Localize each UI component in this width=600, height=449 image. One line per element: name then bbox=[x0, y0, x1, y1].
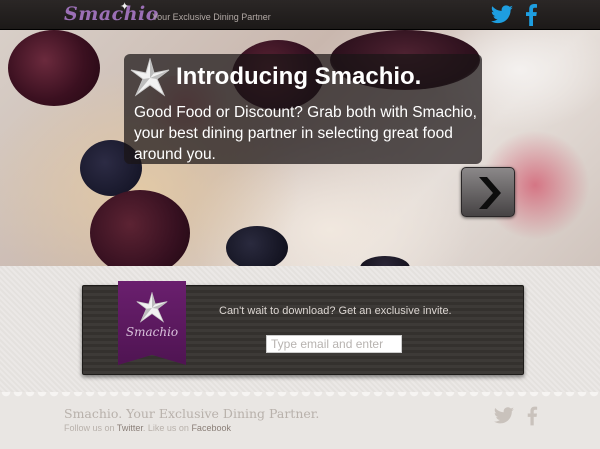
next-slide-button[interactable] bbox=[461, 167, 515, 217]
facebook-icon[interactable] bbox=[526, 405, 538, 427]
facebook-icon[interactable] bbox=[524, 4, 538, 26]
site-header: Smachio ✦ Your Exclusive Dining Partner bbox=[0, 0, 600, 30]
star-logo-icon bbox=[136, 292, 168, 323]
hero-photo-detail bbox=[8, 30, 100, 106]
email-input[interactable] bbox=[266, 335, 402, 353]
footer-facebook-link[interactable]: Facebook bbox=[191, 423, 231, 433]
logo-star-icon: ✦ bbox=[120, 1, 130, 13]
chevron-right-icon bbox=[479, 177, 501, 209]
star-logo-icon bbox=[130, 58, 170, 97]
header-tagline: Your Exclusive Dining Partner bbox=[152, 12, 271, 22]
footer-social-links: Follow us on Twitter. Like us on Faceboo… bbox=[64, 423, 231, 433]
hero-description: Good Food or Discount? Grab both with Sm… bbox=[134, 104, 477, 163]
hero-photo-detail bbox=[226, 226, 288, 266]
ribbon-logo-text: Smachio bbox=[125, 325, 179, 339]
hero-photo-detail bbox=[90, 190, 190, 266]
twitter-icon[interactable] bbox=[490, 4, 514, 26]
footer-like-text: . Like us on bbox=[142, 423, 189, 433]
hero-photo-detail bbox=[360, 256, 410, 266]
footer-twitter-link[interactable]: Twitter bbox=[117, 423, 143, 433]
logo[interactable]: Smachio bbox=[64, 3, 159, 25]
footer-follow-text: Follow us on bbox=[64, 423, 115, 433]
footer-scalloped-edge bbox=[0, 392, 600, 400]
twitter-icon[interactable] bbox=[492, 406, 516, 426]
invite-prompt: Can't wait to download? Get an exclusive… bbox=[219, 305, 452, 317]
footer-title: Smachio. Your Exclusive Dining Partner. bbox=[64, 406, 320, 421]
hero-title: Introducing Smachio. bbox=[176, 63, 422, 90]
